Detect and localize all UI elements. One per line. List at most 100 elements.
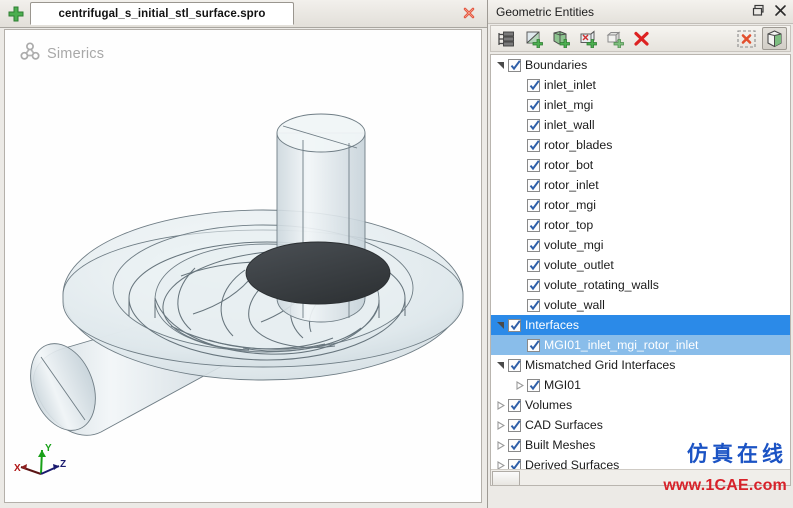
list-view-icon[interactable] (494, 27, 519, 50)
tree-row[interactable]: Built Meshes (491, 435, 790, 455)
panel-title-text: Geometric Entities (496, 4, 595, 19)
tree-row-checkbox[interactable] (508, 418, 521, 432)
chevron-right-icon[interactable] (493, 395, 508, 415)
chevron-right-icon[interactable] (493, 435, 508, 455)
tree-row-checkbox[interactable] (527, 178, 540, 192)
tree-row-label: Derived Surfaces (525, 458, 620, 469)
tree-row-label: MGI01 (544, 378, 581, 392)
entities-tree[interactable]: Boundaries inlet_inlet inlet_mgi inlet_wall… (490, 54, 791, 486)
tree-row[interactable]: inlet_mgi (491, 95, 790, 115)
chevron-down-icon[interactable] (493, 315, 508, 335)
tree-row[interactable]: volute_mgi (491, 235, 790, 255)
tree-row[interactable]: Mismatched Grid Interfaces (491, 355, 790, 375)
tree-row[interactable]: rotor_blades (491, 135, 790, 155)
tree-row-checkbox[interactable] (527, 258, 540, 272)
tree-row[interactable]: Derived Surfaces (491, 455, 790, 469)
tree-row[interactable]: inlet_inlet (491, 75, 790, 95)
pump-model-graphic (30, 113, 464, 436)
tree-row-checkbox[interactable] (508, 318, 521, 332)
close-x-icon[interactable] (774, 4, 787, 17)
tree-row-checkbox[interactable] (527, 138, 540, 152)
tree-row-checkbox[interactable] (508, 358, 521, 372)
tree-row[interactable]: rotor_bot (491, 155, 790, 175)
delete-x-icon[interactable] (629, 27, 654, 50)
add-point-icon[interactable] (575, 27, 600, 50)
axis-label-x: X (14, 463, 21, 474)
scrollbar-thumb[interactable] (492, 471, 520, 485)
plus-icon[interactable] (7, 5, 25, 23)
tree-row-checkbox[interactable] (508, 458, 521, 469)
tree-row-checkbox[interactable] (527, 338, 540, 352)
tree-row[interactable]: rotor_inlet (491, 175, 790, 195)
chevron-right-icon[interactable] (493, 415, 508, 435)
3d-viewport[interactable]: oy (4, 29, 482, 503)
tree-row[interactable]: rotor_mgi (491, 195, 790, 215)
clear-selection-icon[interactable] (734, 27, 759, 50)
tree-row-label: Mismatched Grid Interfaces (525, 358, 676, 372)
tree-row-checkbox[interactable] (508, 58, 521, 72)
tree-row-checkbox[interactable] (527, 198, 540, 212)
tree-row-checkbox[interactable] (527, 78, 540, 92)
close-x-icon[interactable] (461, 5, 477, 21)
tree-horizontal-scrollbar[interactable] (491, 469, 790, 485)
float-window-icon[interactable] (752, 4, 765, 17)
chevron-down-icon[interactable] (493, 355, 508, 375)
tree-rows-container[interactable]: Boundaries inlet_inlet inlet_mgi inlet_wall… (491, 55, 790, 469)
geometric-entities-panel: Geometric Entities Boundaries inlet_inle… (487, 0, 793, 508)
show-solid-icon[interactable] (762, 27, 787, 50)
tree-row-label: rotor_top (544, 218, 594, 232)
tree-row-checkbox[interactable] (527, 378, 540, 392)
tree-row[interactable]: volute_outlet (491, 255, 790, 275)
tree-row-label: rotor_bot (544, 158, 594, 172)
application-window: centrifugal_s_initial_stl_surface.spro o… (0, 0, 793, 508)
tree-row-label: Volumes (525, 398, 573, 412)
panel-header: Geometric Entities (488, 0, 793, 24)
add-surface-icon[interactable] (521, 27, 546, 50)
tree-row[interactable]: inlet_wall (491, 115, 790, 135)
tree-row-checkbox[interactable] (527, 158, 540, 172)
tree-row-label: inlet_mgi (544, 98, 594, 112)
tree-row-checkbox[interactable] (508, 438, 521, 452)
tree-row[interactable]: MGI01_inlet_mgi_rotor_inlet (491, 335, 790, 355)
tree-row-checkbox[interactable] (508, 398, 521, 412)
simerics-molecule-icon (19, 40, 41, 67)
tree-row[interactable]: volute_rotating_walls (491, 275, 790, 295)
tree-row-label: volute_rotating_walls (544, 278, 659, 292)
viewport-canvas[interactable]: oy (5, 30, 481, 502)
tree-row[interactable]: CAD Surfaces (491, 415, 790, 435)
axis-label-z: Z (60, 459, 66, 470)
tree-row-checkbox[interactable] (527, 118, 540, 132)
chevron-down-icon[interactable] (493, 55, 508, 75)
tree-row-checkbox[interactable] (527, 278, 540, 292)
chevron-right-icon[interactable] (512, 375, 527, 395)
tree-row-label: volute_mgi (544, 238, 604, 252)
tree-row[interactable]: MGI01 (491, 375, 790, 395)
simerics-logo: Simerics (19, 40, 104, 67)
tree-row-checkbox[interactable] (527, 298, 540, 312)
tree-row[interactable]: rotor_top (491, 215, 790, 235)
tree-row[interactable]: Volumes (491, 395, 790, 415)
tree-row-label: MGI01_inlet_mgi_rotor_inlet (544, 338, 699, 352)
tree-row-checkbox[interactable] (527, 218, 540, 232)
tree-row[interactable]: Boundaries (491, 55, 790, 75)
add-volume-icon[interactable] (602, 27, 627, 50)
tree-row[interactable]: volute_wall (491, 295, 790, 315)
tree-row[interactable]: Interfaces (491, 315, 790, 335)
tree-row-checkbox[interactable] (527, 238, 540, 252)
add-region-icon[interactable] (548, 27, 573, 50)
tree-row-label: Boundaries (525, 58, 588, 72)
tab-centrifugal-spro[interactable]: centrifugal_s_initial_stl_surface.spro (30, 2, 294, 25)
simerics-logo-text: Simerics (47, 45, 105, 62)
chevron-right-icon[interactable] (493, 455, 508, 469)
tree-row-checkbox[interactable] (527, 98, 540, 112)
